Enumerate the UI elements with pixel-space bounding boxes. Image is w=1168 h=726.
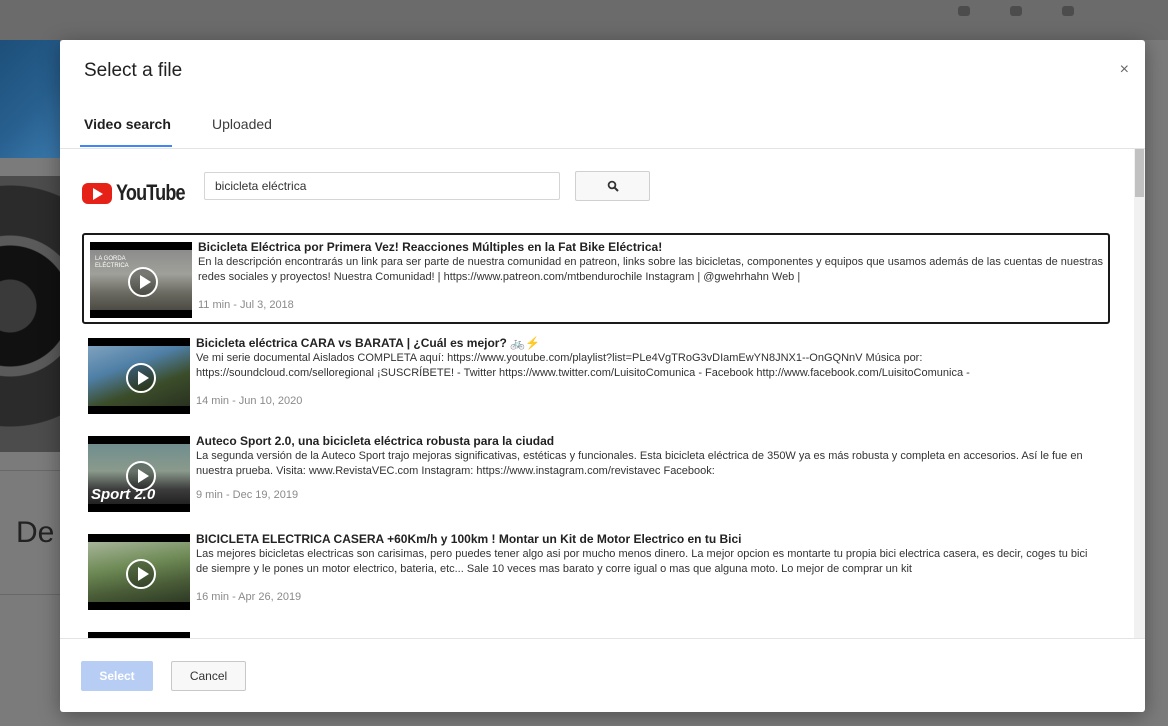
background-bike-image [0,176,60,452]
video-description: Las mejores bicicletas electricas son ca… [196,548,1088,575]
select-button[interactable]: Select [81,661,153,691]
video-result[interactable]: Sport 2.0 Auteco Sport 2.0, una biciclet… [82,429,1110,520]
thumbnail-caption: LA GORDA ELÉCTRICA [95,256,129,269]
tab-uploaded[interactable]: Uploaded [212,116,272,132]
play-icon [126,363,156,393]
video-description: En la descripción encontrarás un link pa… [198,256,1103,283]
background-icon [958,6,970,16]
search-icon [607,180,619,192]
background-icon [1010,6,1022,16]
scrollbar-thumb[interactable] [1135,149,1144,197]
video-title: Auteco Sport 2.0, una bicicleta eléctric… [196,434,555,448]
background-topbar [0,0,1168,40]
search-button[interactable] [575,171,650,201]
video-meta: 16 min - Apr 26, 2019 [196,591,302,603]
play-icon [126,559,156,589]
video-meta: 14 min - Jun 10, 2020 [196,395,303,407]
background-heading: De [16,516,55,549]
play-icon [128,267,158,297]
scrollbar[interactable] [1134,149,1145,638]
video-meta: 9 min - Dec 19, 2019 [196,489,299,501]
footer-divider [60,638,1145,639]
background-icon [1062,6,1074,16]
close-icon[interactable]: × [1120,60,1129,80]
video-result[interactable]: BICICLETA ELECTRICA CASERA +60Km/h y 100… [82,527,1110,618]
cancel-button[interactable]: Cancel [171,661,246,691]
video-description: Ve mi serie documental Aislados COMPLETA… [196,352,970,379]
video-description: La segunda versión de la Auteco Sport tr… [196,450,1083,477]
video-result[interactable] [82,625,1110,638]
background-hero-image [0,40,60,158]
video-thumbnail: LA GORDA ELÉCTRICA [90,242,192,318]
video-result[interactable]: LA GORDA ELÉCTRICA Bicicleta Eléctrica p… [82,233,1110,324]
youtube-logo: YouTube [82,180,194,206]
play-icon [126,461,156,491]
youtube-play-icon [82,183,112,204]
video-title: BICICLETA ELECTRICA CASERA +60Km/h y 100… [196,532,742,546]
video-thumbnail [88,534,190,610]
search-input[interactable] [204,172,560,200]
video-thumbnail [88,338,190,414]
video-title: Bicicleta eléctrica CARA vs BARATA | ¿Cu… [196,336,540,350]
dialog-title: Select a file [84,60,183,81]
select-file-dialog: Select a file × Video search Uploaded Yo… [60,40,1145,712]
video-result[interactable]: Bicicleta eléctrica CARA vs BARATA | ¿Cu… [82,331,1110,422]
video-title: Bicicleta Eléctrica por Primera Vez! Rea… [198,240,663,254]
video-thumbnail: Sport 2.0 [88,436,190,512]
youtube-wordmark: YouTube [116,180,186,205]
active-tab-indicator [80,145,172,147]
background-divider [0,594,60,595]
tab-video-search[interactable]: Video search [84,116,171,132]
background-divider [0,470,60,471]
results-scroll-area[interactable]: YouTube LA GORDA ELÉCTRICA Bicicleta Elé… [60,149,1145,638]
video-meta: 11 min - Jul 3, 2018 [198,299,294,311]
